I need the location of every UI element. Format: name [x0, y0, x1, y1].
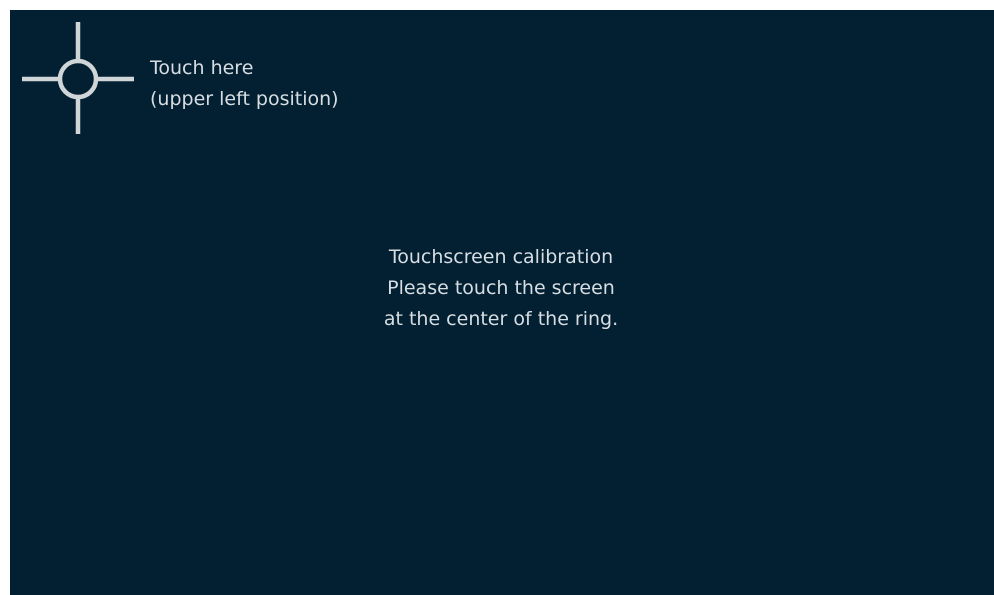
calibration-instructions: Touchscreen calibration Please touch the…	[10, 242, 992, 335]
instruction-title: Touchscreen calibration	[388, 246, 614, 268]
crosshair-ring-icon[interactable]	[22, 22, 136, 136]
instruction-line-2: Please touch the screen	[387, 277, 615, 299]
calibration-screen[interactable]: Touch here (upper left position) Touchsc…	[10, 10, 994, 595]
touch-hint-line-1: Touch here	[150, 57, 254, 79]
instruction-line-3: at the center of the ring.	[383, 308, 619, 330]
touch-hint-label: Touch here (upper left position)	[150, 53, 339, 115]
touch-hint-line-2: (upper left position)	[150, 88, 339, 110]
crosshair-target[interactable]	[22, 22, 136, 136]
